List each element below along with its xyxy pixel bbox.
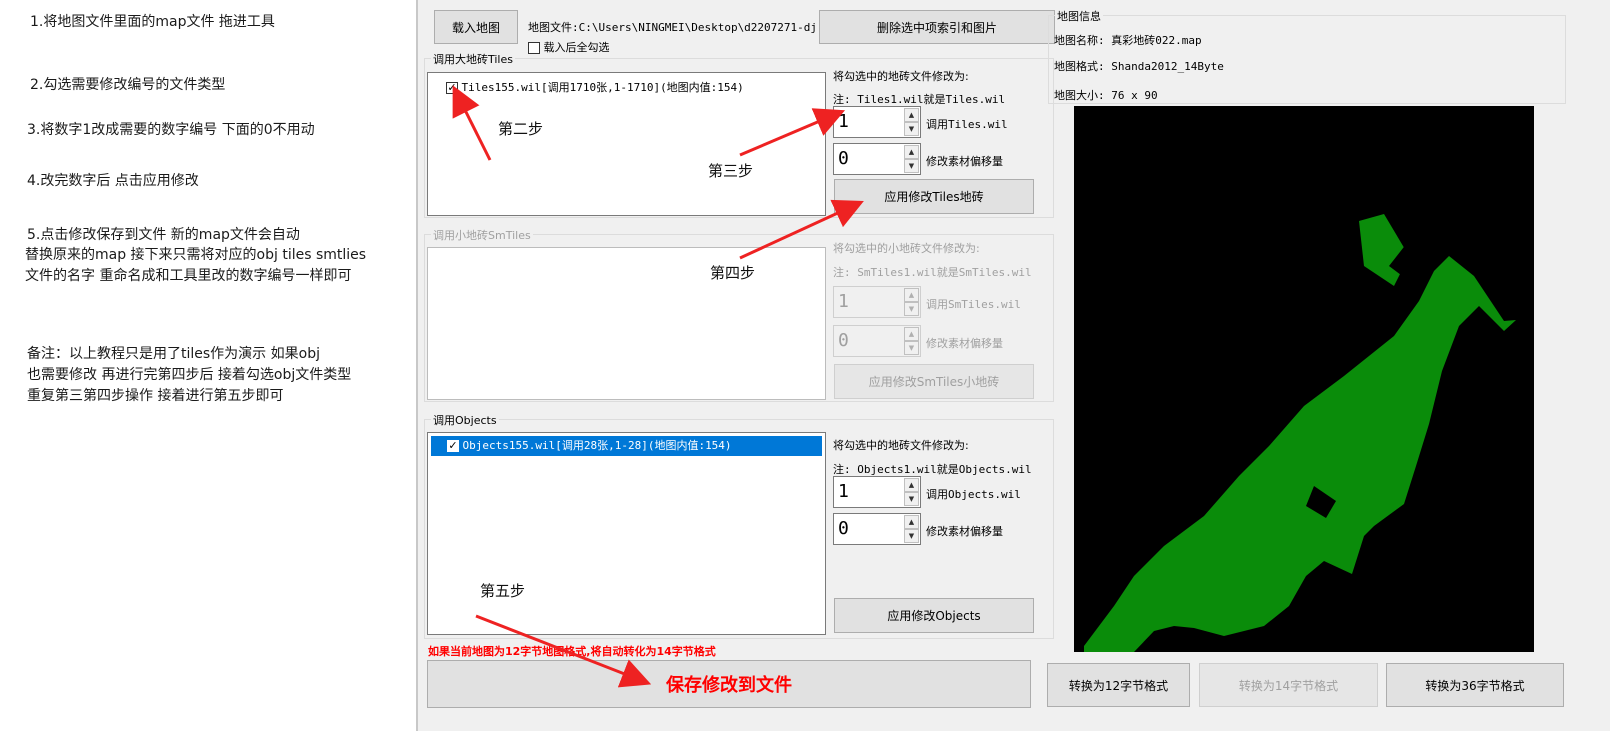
arrow-step3-icon	[739, 108, 846, 157]
arrow-step5-icon	[475, 614, 652, 688]
annotation-arrows	[452, 85, 864, 688]
arrow-step4-icon	[739, 199, 864, 260]
arrow-step2-icon	[452, 85, 492, 161]
